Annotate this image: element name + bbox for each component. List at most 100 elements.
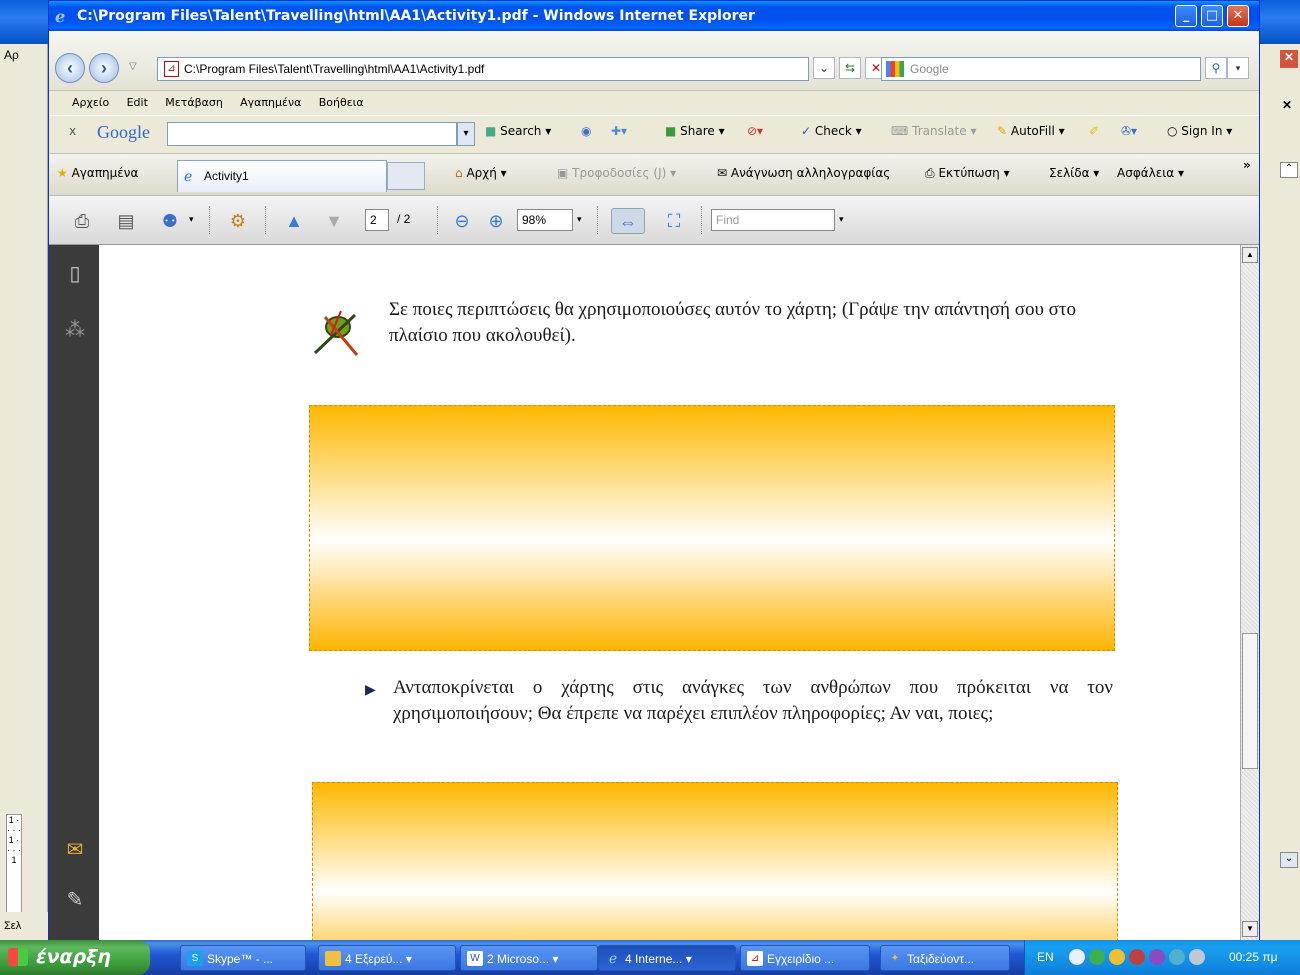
background-window-status: Σελ <box>0 912 48 940</box>
menu-go[interactable]: Μετάβαση <box>158 93 230 112</box>
task-pdf[interactable]: ⊿ Εγχειρίδιο ... <box>740 945 870 971</box>
vertical-scrollbar[interactable]: ▲ ▼ <box>1240 245 1259 941</box>
search-options-icon[interactable]: ▾ <box>1227 57 1249 79</box>
task-skype[interactable]: S Skype™ - ... <box>180 945 306 971</box>
language-indicator[interactable]: EN <box>1037 950 1054 964</box>
google-logo: Google <box>97 122 150 142</box>
favorites-button[interactable]: ★ Αγαπημένα <box>57 166 138 180</box>
share-dropdown-icon[interactable]: ▾ <box>189 214 194 225</box>
globe-icon[interactable]: ◉ <box>581 124 591 138</box>
google-toolbar-dropdown-icon[interactable]: ▾ <box>457 122 475 146</box>
pdf-icon: ⊿ <box>747 951 763 966</box>
answer-box-1[interactable] <box>309 405 1115 651</box>
zoom-in-icon[interactable]: ⊕ <box>483 208 509 234</box>
address-bar[interactable]: ⊿ C:\Program Files\Talent\Travelling\htm… <box>157 57 809 81</box>
safety-menu-button[interactable]: Ασφάλεια ▾ <box>1117 166 1184 180</box>
pdf-sidebar: ▯ ⁂ ✉ ✎ <box>49 245 99 941</box>
zoom-out-icon[interactable]: ⊖ <box>449 208 475 234</box>
autofill-button[interactable]: ✎ AutoFill ▾ <box>997 124 1065 138</box>
google-search-button[interactable]: ■ Search ▾ <box>485 124 551 138</box>
ie-logo-icon: ℯ <box>55 7 66 26</box>
attachments-icon[interactable]: ✎ <box>62 887 88 913</box>
scroll-up-icon[interactable]: ⌃ <box>1280 162 1298 178</box>
home-button[interactable]: ⌂ Αρχή ▾ <box>455 166 507 180</box>
tray-expand-icon[interactable] <box>1069 949 1085 965</box>
share-doc-icon[interactable]: ⚉ <box>157 208 183 234</box>
sign-in-button[interactable]: ○ Sign In ▾ <box>1167 124 1232 138</box>
previous-page-icon[interactable]: ▲ <box>281 208 307 234</box>
question-2: Ανταποκρίνεται ο χάρτης στις ανάγκες των… <box>393 677 1113 724</box>
background-close-icon[interactable]: ✕ <box>1280 50 1298 68</box>
pdf-document: Σε ποιες περιπτώσεις θα χρησιμοποιούσες … <box>99 245 1240 941</box>
tab-activity1[interactable]: ℯ Activity1 <box>177 160 387 192</box>
task-word[interactable]: W 2 Microso... ▾ <box>460 945 598 971</box>
start-button[interactable]: έναρξη <box>0 940 150 975</box>
history-dropdown-icon[interactable]: ▽ <box>129 61 137 72</box>
find-dropdown-icon[interactable]: ▾ <box>839 214 844 225</box>
forward-button[interactable]: › <box>89 53 119 83</box>
more-commands-button[interactable]: » <box>1243 158 1251 172</box>
search-input[interactable]: Google <box>881 57 1201 81</box>
google-toolbar-close-icon[interactable]: x <box>69 124 76 138</box>
next-page-icon[interactable]: ▼ <box>321 208 347 234</box>
plus-icon[interactable]: ✚▾ <box>611 124 627 138</box>
tray-sync-icon[interactable] <box>1169 949 1185 965</box>
search-icon: ■ <box>485 124 497 138</box>
save-icon[interactable]: ▤ <box>113 208 139 234</box>
refresh-icon[interactable]: ⇆ <box>839 57 861 79</box>
taskbar: έναρξη S Skype™ - ... 4 Εξερεύ... ▾ W 2 … <box>0 940 1300 975</box>
page-menu-button[interactable]: Σελίδα ▾ <box>1049 166 1099 180</box>
scroll-thumb[interactable] <box>1242 633 1258 769</box>
back-button[interactable]: ‹ <box>55 53 85 83</box>
translate-button[interactable]: ⌨ Translate ▾ <box>891 124 976 138</box>
home-icon: ⌂ <box>455 166 463 180</box>
read-mail-button[interactable]: ✉ Ανάγνωση αλληλογραφίας <box>717 166 890 180</box>
address-dropdown-icon[interactable]: ⌄ <box>813 57 835 79</box>
bookmarks-icon[interactable]: ⁂ <box>62 317 88 343</box>
title-bar: ℯ C:\Program Files\Talent\Travelling\htm… <box>49 1 1259 31</box>
answer-box-2[interactable] <box>312 782 1118 941</box>
fit-page-icon[interactable]: ⛶ <box>661 208 687 234</box>
popup-blocker-icon[interactable]: ⊘▾ <box>747 124 763 138</box>
tray-utility-icon[interactable] <box>1149 949 1165 965</box>
scroll-up-button[interactable]: ▲ <box>1242 247 1258 263</box>
scroll-down-icon[interactable]: ⌄ <box>1280 852 1298 868</box>
print-icon[interactable]: ⎙ <box>69 208 95 234</box>
page-number-input[interactable]: 2 <box>365 209 389 231</box>
fit-width-icon[interactable]: ⇔ <box>611 208 645 234</box>
tray-network-icon[interactable] <box>1089 949 1105 965</box>
task-explorer[interactable]: 4 Εξερεύ... ▾ <box>318 945 456 971</box>
feeds-button[interactable]: ▣ Τροφοδοσίες (J) ▾ <box>557 166 676 180</box>
search-placeholder: Google <box>910 62 949 76</box>
highlighter-icon[interactable]: ✐ <box>1089 124 1099 138</box>
background-close-doc-icon[interactable]: ✕ <box>1282 98 1292 112</box>
menu-favorites[interactable]: Αγαπημένα <box>233 93 308 112</box>
menu-help[interactable]: Βοήθεια <box>312 93 371 112</box>
search-go-icon[interactable]: ⚲ <box>1205 57 1227 79</box>
google-toolbar-input[interactable] <box>167 122 457 146</box>
zoom-dropdown-icon[interactable]: ▾ <box>577 214 582 225</box>
close-button[interactable]: ✕ <box>1227 5 1249 27</box>
share-button[interactable]: ■ Share ▾ <box>665 124 725 138</box>
tray-app-icon[interactable] <box>1109 949 1125 965</box>
spellcheck-button[interactable]: ✓ Check ▾ <box>801 124 862 138</box>
clock: 00:25 πμ <box>1229 950 1278 964</box>
menu-edit[interactable]: Edit <box>120 93 155 112</box>
scroll-down-button[interactable]: ▼ <box>1242 921 1258 937</box>
organizer-icon[interactable]: ⚙ <box>225 208 251 234</box>
find-input[interactable]: Find <box>711 209 835 231</box>
pages-icon[interactable]: ▯ <box>62 261 88 287</box>
new-tab-button[interactable] <box>387 162 425 190</box>
volume-icon[interactable] <box>1189 949 1205 965</box>
print-button[interactable]: ⎙ Εκτύπωση ▾ <box>925 166 1010 181</box>
task-ie[interactable]: ℯ 4 Interne... ▾ <box>598 945 736 971</box>
zoom-input[interactable]: 98% <box>517 209 573 231</box>
maximize-button[interactable]: □ <box>1201 5 1223 27</box>
menu-file[interactable]: Αρχείο <box>65 93 116 112</box>
minimize-button[interactable]: _ <box>1175 5 1197 27</box>
tray-security-icon[interactable] <box>1129 949 1145 965</box>
task-app[interactable]: ✦ Ταξιδεύοντ... <box>880 945 1010 971</box>
wrench-icon[interactable]: ✇▾ <box>1121 124 1137 138</box>
comments-icon[interactable]: ✉ <box>62 837 88 863</box>
pdf-toolbar: ⎙ ▤ ⚉ ▾ ⚙ ▲ ▼ 2 / 2 ⊖ ⊕ 98% ▾ ⇔ ⛶ Find ▾ <box>49 195 1259 245</box>
